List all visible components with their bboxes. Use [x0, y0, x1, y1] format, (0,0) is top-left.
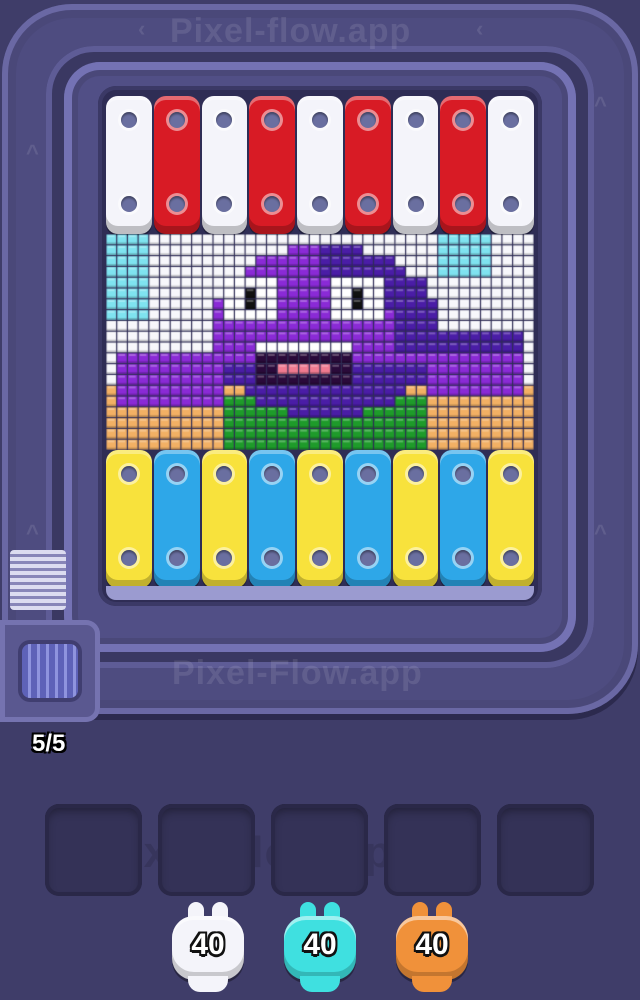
shooter-feet [188, 976, 228, 992]
shooter-feet [412, 976, 452, 992]
shooter-queue: 40 40 40 [0, 890, 640, 1000]
bar-yellow [392, 450, 439, 588]
bar-blue [153, 450, 200, 588]
bolt-hole-icon [264, 112, 281, 128]
top-bar-row [106, 96, 535, 234]
bar-white [106, 96, 152, 234]
shooter-ammo: 40 [415, 928, 449, 961]
watermark-bottom: Pixel-Flow.app [172, 654, 423, 692]
chevron-up-icon: ^ [26, 520, 39, 545]
slot-3[interactable] [271, 804, 368, 896]
shooter-ammo: 40 [191, 928, 225, 961]
bolt-hole-icon [168, 550, 185, 566]
bolt-hole-icon [455, 466, 472, 482]
bolt-hole-icon [216, 550, 233, 566]
board-floor [106, 586, 534, 600]
bolt-hole-icon [407, 112, 424, 128]
bolt-hole-icon [407, 550, 424, 566]
slot-2[interactable] [158, 804, 255, 896]
bolt-hole-icon [216, 196, 233, 212]
chevron-up-icon: ^ [594, 520, 607, 545]
bolt-hole-icon [503, 550, 520, 566]
bolt-hole-icon [359, 112, 376, 128]
bolt-hole-icon [168, 196, 185, 212]
pixel-art-grid[interactable] [106, 234, 534, 450]
bottom-bar-row [106, 450, 535, 588]
bolt-hole-icon [503, 112, 520, 128]
shooter-ammo: 40 [303, 928, 337, 961]
slot-1[interactable] [45, 804, 142, 896]
chevron-up-icon: ^ [594, 92, 607, 117]
bolt-hole-icon [168, 466, 185, 482]
bolt-hole-icon [120, 550, 137, 566]
bar-blue [344, 450, 391, 588]
bar-yellow [297, 450, 343, 588]
bolt-hole-icon [503, 196, 520, 212]
shooter-feet [300, 976, 340, 992]
bolt-hole-icon [455, 550, 472, 566]
shooter-cyan[interactable]: 40 [284, 902, 356, 994]
bolt-hole-icon [120, 196, 137, 212]
slot-4[interactable] [384, 804, 481, 896]
shooter-slots [45, 804, 594, 896]
bolt-hole-icon [120, 466, 137, 482]
bar-white [488, 96, 535, 234]
bar-yellow [488, 450, 535, 588]
bolt-hole-icon [312, 112, 329, 128]
bolt-hole-icon [120, 112, 137, 128]
bar-white [392, 96, 439, 234]
chevron-up-icon: ^ [26, 140, 39, 165]
chevron-left-icon: ‹ [476, 16, 484, 41]
bolt-hole-icon [264, 196, 281, 212]
bolt-hole-icon [455, 112, 472, 128]
bar-yellow [201, 450, 248, 588]
bar-red [440, 96, 487, 234]
watermark-top: Pixel-flow.app [170, 12, 412, 50]
bar-blue [249, 450, 296, 588]
conveyor-ramp [10, 550, 66, 610]
bolt-hole-icon [359, 196, 376, 212]
bolt-hole-icon [312, 466, 329, 482]
bar-red [153, 96, 200, 234]
bolt-hole-icon [312, 196, 329, 212]
chevron-left-icon: ‹ [138, 16, 146, 41]
bolt-hole-icon [168, 112, 185, 128]
bolt-hole-icon [264, 466, 281, 482]
bolt-hole-icon [264, 550, 281, 566]
bar-white [201, 96, 248, 234]
bolt-hole-icon [216, 112, 233, 128]
slot-5[interactable] [497, 804, 594, 896]
bolt-hole-icon [455, 196, 472, 212]
bolt-hole-icon [312, 550, 329, 566]
bolt-hole-icon [216, 466, 233, 482]
bolt-hole-icon [359, 466, 376, 482]
bolt-hole-icon [407, 196, 424, 212]
bar-yellow [106, 450, 152, 588]
bolt-hole-icon [359, 550, 376, 566]
bar-blue [440, 450, 487, 588]
bar-red [249, 96, 296, 234]
shooter-orange[interactable]: 40 [396, 902, 468, 994]
shooter-white[interactable]: 40 [172, 902, 244, 994]
bar-red [344, 96, 391, 234]
queue-counter: 5/5 [32, 730, 66, 757]
bolt-hole-icon [503, 466, 520, 482]
bolt-hole-icon [407, 466, 424, 482]
queue-spool-icon[interactable] [22, 644, 78, 698]
bar-white [297, 96, 343, 234]
